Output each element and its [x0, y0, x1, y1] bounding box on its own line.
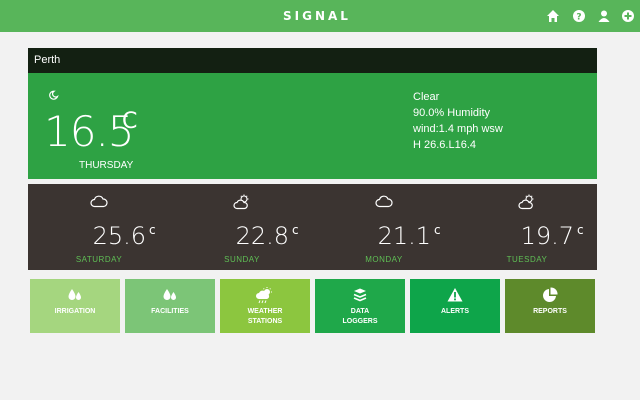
forecast-day-name: SATURDAY [75, 255, 123, 264]
forecast-temperature: 21.1 [377, 222, 431, 250]
forecast-day-name: MONDAY [365, 255, 403, 264]
current-weather-panel: 16.5 C THURSDAY Clear 90.0% Humidity win… [28, 73, 597, 179]
tile-label: WEATHER STATIONS [247, 308, 283, 325]
wind-text: wind:1.4 mph wsw [413, 123, 503, 135]
alerts-tile[interactable]: ALERTS [410, 279, 500, 333]
condition-text: Clear [413, 91, 440, 103]
current-temperature-unit: C [122, 109, 138, 134]
forecast-day: 25.6 c SATURDAY [28, 184, 170, 270]
water-drops-icon [67, 287, 83, 303]
user-icon[interactable] [597, 9, 611, 23]
weather-station-icon [255, 286, 275, 304]
weather-stations-tile[interactable]: WEATHER STATIONS [220, 279, 310, 333]
forecast-temperature-unit: c [149, 223, 156, 237]
partly-cloudy-icon [233, 194, 251, 215]
tile-label: FACILITIES [151, 308, 189, 315]
forecast-panel: 25.6 c SATURDAY 22.8 c SUNDAY 21.1 c MON… [28, 184, 597, 270]
high-low-text: H 26.6.L16.4 [413, 139, 476, 151]
current-day: THURSDAY [79, 160, 134, 171]
partly-cloudy-icon [518, 194, 536, 215]
reports-tile[interactable]: REPORTS [505, 279, 595, 333]
forecast-day: 22.8 c SUNDAY [171, 184, 313, 270]
app-logo: SIGNAL [283, 9, 351, 23]
forecast-temperature: 22.8 [235, 222, 289, 250]
tile-label: IRRIGATION [54, 308, 96, 315]
water-drops-icon [162, 287, 178, 303]
data-loggers-tile[interactable]: DATA LOGGERS [315, 279, 405, 333]
forecast-temperature: 19.7 [520, 222, 574, 250]
cloud-icon [375, 194, 393, 213]
forecast-temperature-unit: c [434, 223, 441, 237]
tile-label: REPORTS [533, 308, 567, 315]
forecast-day: 19.7 c TUESDAY [456, 184, 598, 270]
tile-label: ALERTS [441, 308, 469, 315]
humidity-text: 90.0% Humidity [413, 107, 491, 119]
clear-night-icon [49, 87, 59, 105]
warning-icon [447, 287, 463, 303]
irrigation-tile[interactable]: IRRIGATION [30, 279, 120, 333]
current-details: Clear 90.0% Humidity wind:1.4 mph wsw H … [413, 89, 503, 153]
add-icon[interactable] [621, 9, 635, 23]
city-name: Perth [28, 48, 597, 73]
forecast-temperature: 25.6 [92, 222, 146, 250]
svg-text:?: ? [576, 13, 581, 23]
tile-label: DATA LOGGERS [342, 308, 378, 325]
cloud-icon [90, 194, 108, 213]
forecast-temperature-unit: c [577, 223, 584, 237]
forecast-temperature-unit: c [292, 223, 299, 237]
current-temperature: 16.5 [44, 107, 135, 156]
forecast-day-name: SUNDAY [224, 255, 260, 264]
forecast-day-name: TUESDAY [506, 255, 548, 264]
top-bar: SIGNAL ? [0, 0, 640, 32]
forecast-day: 21.1 c MONDAY [313, 184, 455, 270]
help-icon[interactable]: ? [572, 9, 586, 23]
facilities-tile[interactable]: FACILITIES [125, 279, 215, 333]
database-icon [352, 287, 368, 303]
home-icon[interactable] [546, 9, 560, 23]
pie-chart-icon [542, 287, 558, 303]
